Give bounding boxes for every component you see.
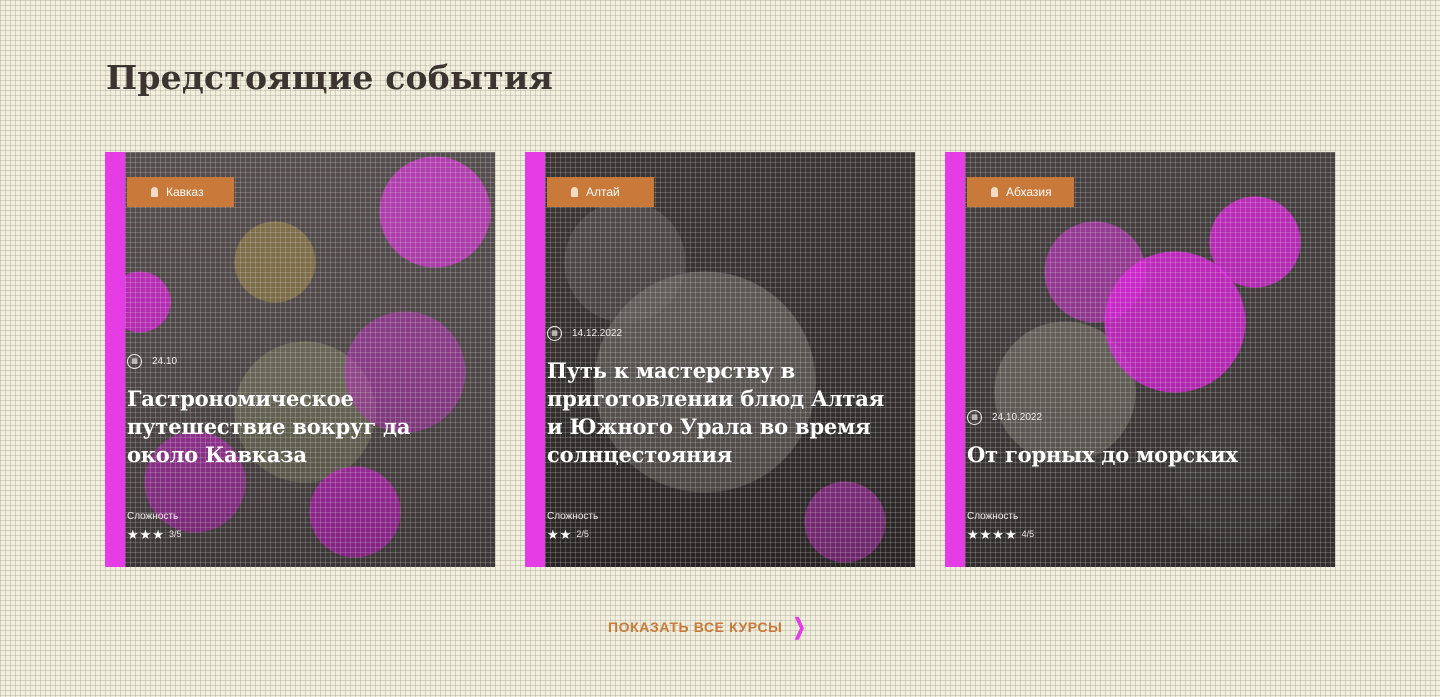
card-info: ▦ 24.10 Гастрономическое путешествие вок… (127, 354, 475, 541)
card-accent-bar (945, 152, 965, 567)
difficulty-rating: ★★★★ 4/5 (967, 528, 1315, 541)
star-icon: ★★★ (127, 527, 165, 542)
region-tag[interactable]: Алтай (547, 177, 654, 207)
event-date: ▦ 14.12.2022 (547, 326, 895, 341)
complexity-label: Сложность (547, 511, 599, 522)
difficulty-value: 3/5 (168, 529, 182, 539)
complexity-label: Сложность (967, 511, 1019, 522)
card-accent-bar (525, 152, 545, 567)
card-info: ▦ 24.10.2022 От горных до морских Сложно… (967, 410, 1315, 541)
event-card[interactable]: Абхазия ▦ 24.10.2022 От горных до морски… (945, 152, 1335, 567)
events-list: Кавказ ▦ 24.10 Гастрономическое путешест… (105, 152, 1335, 567)
difficulty-rating: ★★ 2/5 (547, 528, 895, 541)
chevron-right-icon: ❯ (793, 614, 807, 639)
difficulty-rating: ★★★ 3/5 (127, 528, 475, 541)
show-all-courses-link[interactable]: ПОКАЗАТЬ ВСЕ КУРСЫ ❯ (608, 616, 809, 638)
event-title[interactable]: Путь к мастерству в приготовлении блюд А… (547, 357, 895, 469)
complexity-label: Сложность (127, 511, 179, 522)
calendar-icon: ▦ (967, 410, 982, 425)
event-date-text: 14.12.2022 (572, 328, 623, 339)
region-tag[interactable]: Абхазия (967, 177, 1074, 207)
event-date-text: 24.10.2022 (992, 412, 1043, 423)
event-card[interactable]: Кавказ ▦ 24.10 Гастрономическое путешест… (105, 152, 495, 567)
event-date-text: 24.10 (152, 356, 178, 367)
calendar-icon: ▦ (547, 326, 562, 341)
star-icon: ★★★★ (967, 527, 1018, 542)
page-title: Предстоящие события (106, 58, 554, 97)
map-pin-icon (991, 187, 998, 197)
region-tag[interactable]: Кавказ (127, 177, 234, 207)
region-tag-label: Абхазия (1006, 185, 1052, 199)
card-info: ▦ 14.12.2022 Путь к мастерству в пригото… (547, 326, 895, 541)
event-date: ▦ 24.10 (127, 354, 475, 369)
card-accent-bar (105, 152, 125, 567)
region-tag-label: Алтай (586, 185, 620, 199)
event-date: ▦ 24.10.2022 (967, 410, 1315, 425)
map-pin-icon (571, 187, 578, 197)
difficulty-value: 4/5 (1021, 529, 1035, 539)
event-title[interactable]: От горных до морских (967, 441, 1315, 469)
star-icon: ★★ (547, 527, 573, 542)
region-tag-label: Кавказ (166, 185, 204, 199)
event-card[interactable]: Алтай ▦ 14.12.2022 Путь к мастерству в п… (525, 152, 915, 567)
calendar-icon: ▦ (127, 354, 142, 369)
difficulty-value: 2/5 (576, 529, 589, 539)
event-title[interactable]: Гастрономическое путешествие вокруг да о… (127, 385, 475, 469)
show-all-courses-label: ПОКАЗАТЬ ВСЕ КУРСЫ (608, 619, 783, 635)
map-pin-icon (151, 187, 158, 197)
